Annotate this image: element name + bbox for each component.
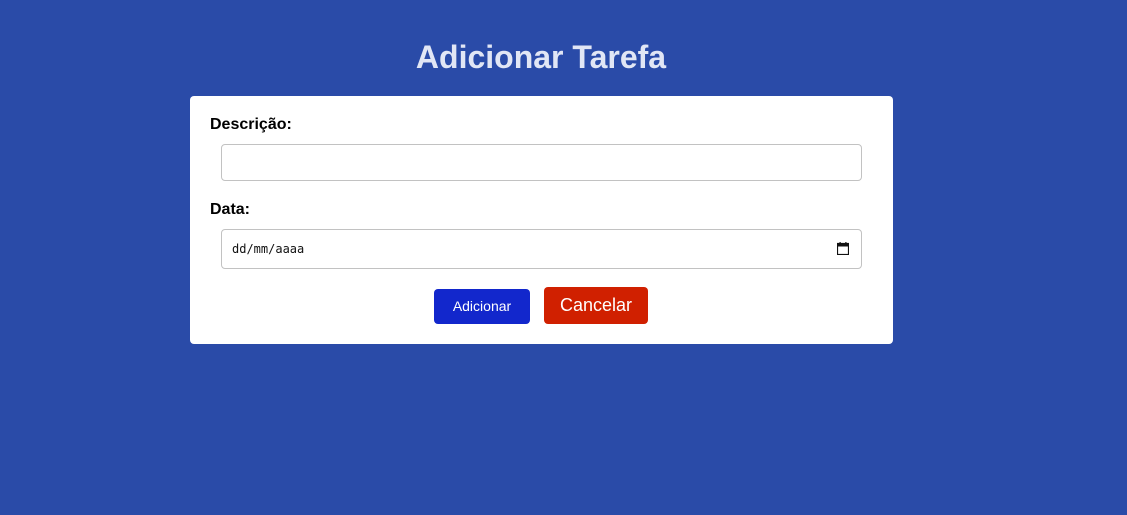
calendar-icon[interactable] (837, 242, 849, 255)
description-input[interactable] (221, 144, 862, 181)
date-placeholder: dd/mm/aaaa (232, 242, 305, 256)
date-input[interactable]: dd/mm/aaaa (221, 229, 862, 269)
add-task-form: Descrição: Data: dd/mm/aaaa Adicionar Ca… (190, 96, 893, 344)
description-label: Descrição: (210, 116, 292, 133)
date-label: Data: (210, 201, 251, 218)
cancel-button[interactable]: Cancelar (544, 287, 648, 324)
page-title: Adicionar Tarefa (415, 39, 667, 75)
add-button[interactable]: Adicionar (434, 289, 530, 324)
